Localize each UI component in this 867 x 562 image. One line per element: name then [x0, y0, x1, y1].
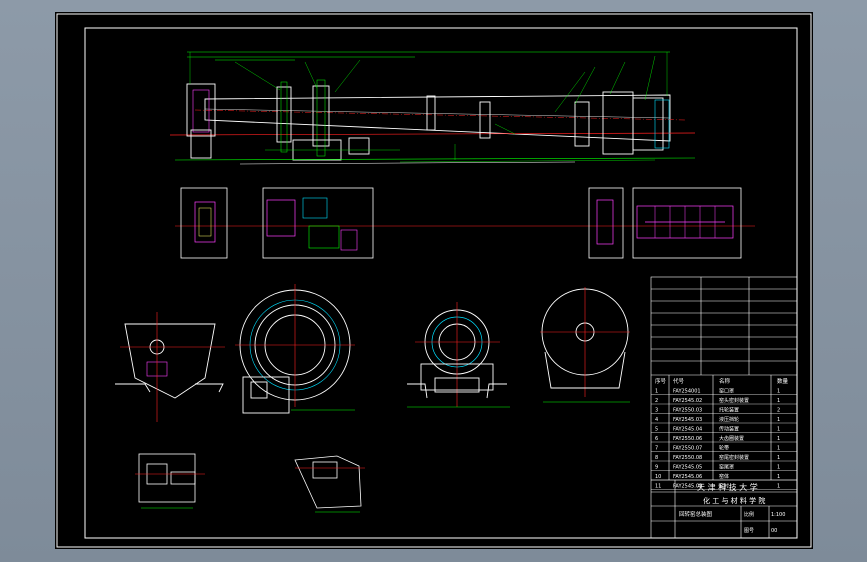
parts-row-number: 4 — [655, 417, 658, 423]
parts-row-number: 10 — [655, 474, 661, 480]
bottom-partial-views — [135, 453, 365, 513]
parts-row-name: 窑尾密封装置 — [719, 454, 749, 461]
title-scale-label: 比例 — [744, 511, 754, 518]
detail-head-seal — [180, 187, 228, 259]
parts-row-code: FAY2545.03 — [673, 417, 702, 423]
parts-row-quantity: 1 — [777, 427, 780, 433]
parts-row-quantity: 1 — [777, 389, 780, 395]
parts-row-quantity: 1 — [777, 417, 780, 423]
parts-row-name: 大齿圈装置 — [719, 435, 744, 442]
parts-table-header: 名称 — [719, 377, 731, 385]
parts-row-name: 液压挡轮 — [719, 416, 739, 423]
cad-drawing: 序号 代号 名称 数量 1 FAY254001 窑口罩 1 2 FAY2545.02 窑头密封装置 1… — [56, 13, 812, 548]
parts-row-code: FAY2550.06 — [673, 436, 702, 442]
parts-row-quantity: 1 — [777, 484, 780, 490]
parts-row-name: 窑口罩 — [719, 388, 734, 395]
section-kiln-tail — [540, 287, 630, 403]
parts-row-number: 7 — [655, 446, 658, 452]
parts-row-name: 窑头密封装置 — [719, 397, 749, 404]
parts-row-name: 窑尾罩 — [719, 464, 734, 471]
section-kiln-head — [115, 312, 225, 422]
parts-table-header: 序号 — [655, 377, 667, 385]
parts-table-header: 代号 — [673, 377, 685, 385]
parts-row-number: 11 — [655, 484, 661, 490]
title-sheet-value: 00 — [771, 528, 777, 534]
view-thrust-roller — [294, 455, 365, 513]
tyre-station-2 — [312, 85, 330, 147]
section-girth-gear — [235, 284, 355, 414]
parts-row-quantity: 1 — [777, 474, 780, 480]
parts-row-code: FAY2550.08 — [673, 455, 702, 461]
section-tyre-support — [407, 302, 510, 408]
title-university: 天 津 科 技 大 学 — [697, 482, 758, 492]
parts-row-name: 轮带 — [719, 445, 729, 452]
cross-section-views — [115, 284, 630, 422]
parts-row-number: 1 — [655, 389, 658, 395]
cad-viewport[interactable]: 序号 代号 名称 数量 1 FAY254001 窑口罩 1 2 FAY2545.02 窑头密封装置 1… — [55, 12, 813, 549]
detail-views-row — [175, 187, 755, 259]
parts-row-quantity: 1 — [777, 465, 780, 471]
detail-drive-assembly — [262, 187, 374, 259]
inner-border — [84, 27, 798, 539]
detail-lining — [632, 187, 742, 259]
parts-row-quantity: 1 — [777, 436, 780, 442]
parts-row-code: FAY254001 — [673, 389, 701, 395]
title-sheet-label: 图号 — [744, 528, 754, 534]
parts-row-quantity: 2 — [777, 408, 780, 414]
parts-row-quantity: 1 — [777, 446, 780, 452]
parts-row-quantity: 1 — [777, 455, 780, 461]
parts-row-code: FAY2550.07 — [673, 446, 702, 452]
parts-row-name: 托轮装置 — [719, 407, 739, 414]
title-drawing-name: 回转窑总装图 — [679, 510, 713, 518]
parts-row-number: 3 — [655, 408, 658, 414]
parts-row-code: FAY2545.04 — [673, 427, 702, 433]
parts-row-code: FAY2545.06 — [673, 474, 702, 480]
parts-table-header: 数量 — [777, 377, 789, 385]
parts-row-number: 9 — [655, 465, 658, 471]
parts-row-number: 5 — [655, 427, 658, 433]
parts-row-code: FAY2545.02 — [673, 398, 702, 404]
tyre-station-1 — [276, 86, 292, 143]
tyre-station-4 — [574, 101, 590, 147]
parts-row-number: 2 — [655, 398, 658, 404]
parts-row-name: 传动装置 — [719, 426, 739, 433]
detail-tail-seal — [588, 187, 624, 259]
title-scale-value: 1:100 — [771, 512, 785, 518]
parts-table-text: 序号 代号 名称 数量 1 FAY254001 窑口罩 1 2 FAY2545.02 窑头密封装置 1… — [651, 377, 797, 490]
parts-row-name: 窑体 — [719, 473, 729, 480]
girth-ring — [426, 95, 436, 131]
kiln-tail-hood — [602, 91, 634, 155]
kiln-elevation-view — [169, 51, 696, 165]
parts-row-quantity: 1 — [777, 398, 780, 404]
parts-row-number: 8 — [655, 455, 658, 461]
kiln-centerline — [169, 132, 696, 136]
parts-row-number: 6 — [655, 436, 658, 442]
parts-row-code: FAY2550.03 — [673, 408, 702, 414]
parts-row-code: FAY2545.05 — [673, 465, 702, 471]
view-drive-side — [135, 453, 205, 509]
title-department: 化 工 与 材 料 学 院 — [703, 496, 765, 505]
